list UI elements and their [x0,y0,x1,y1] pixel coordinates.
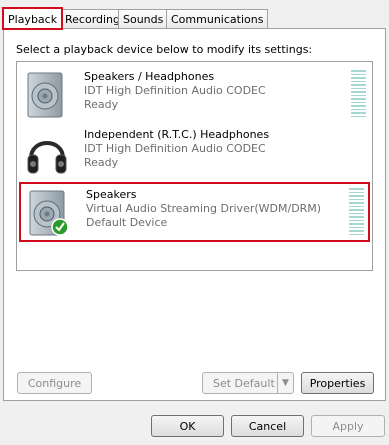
speaker-icon [25,72,69,118]
device-info: Speakers Virtual Audio Streaming Driver(… [86,188,321,230]
tab-playback[interactable]: Playback [2,7,64,30]
list-item-speakers-default[interactable]: Speakers Virtual Audio Streaming Driver(… [19,182,370,242]
properties-button[interactable]: Properties [301,372,374,394]
volume-meter [349,188,364,236]
device-info: Independent (R.T.C.) Headphones IDT High… [84,128,269,170]
apply-button[interactable]: Apply [311,415,385,437]
device-list[interactable]: Speakers / Headphones IDT High Definitio… [16,61,373,271]
list-item-rtc-headphones[interactable]: Independent (R.T.C.) Headphones IDT High… [19,124,370,182]
chevron-down-icon[interactable]: ▼ [277,373,293,393]
device-status: Ready [84,156,119,169]
device-info: Speakers / Headphones IDT High Definitio… [84,70,266,112]
device-status: Default Device [86,216,168,229]
instruction-text: Select a playback device below to modify… [16,43,313,56]
volume-meter [351,70,366,118]
device-driver: IDT High Definition Audio CODEC [84,84,266,97]
ok-button[interactable]: OK [151,415,224,437]
set-default-label: Set Default [213,376,275,390]
list-item-speakers-headphones[interactable]: Speakers / Headphones IDT High Definitio… [19,66,370,124]
device-name: Independent (R.T.C.) Headphones [84,128,270,141]
configure-button[interactable]: Configure [17,372,92,394]
device-driver: IDT High Definition Audio CODEC [84,142,266,155]
set-default-button[interactable]: Set Default ▼ [202,372,294,394]
playback-panel: Select a playback device below to modify… [3,28,386,401]
tab-communications[interactable]: Communications [166,9,269,29]
device-name: Speakers [86,188,137,201]
cancel-button[interactable]: Cancel [231,415,304,437]
tab-bar: Playback Recording Sounds Communications [0,7,389,30]
device-name: Speakers / Headphones [84,70,215,83]
speaker-default-icon [27,190,71,236]
tab-recording[interactable]: Recording [60,9,126,29]
headphones-icon [25,130,69,176]
device-driver: Virtual Audio Streaming Driver(WDM/DRM) [86,202,322,215]
device-status: Ready [84,98,119,111]
tab-sounds[interactable]: Sounds [118,9,169,29]
